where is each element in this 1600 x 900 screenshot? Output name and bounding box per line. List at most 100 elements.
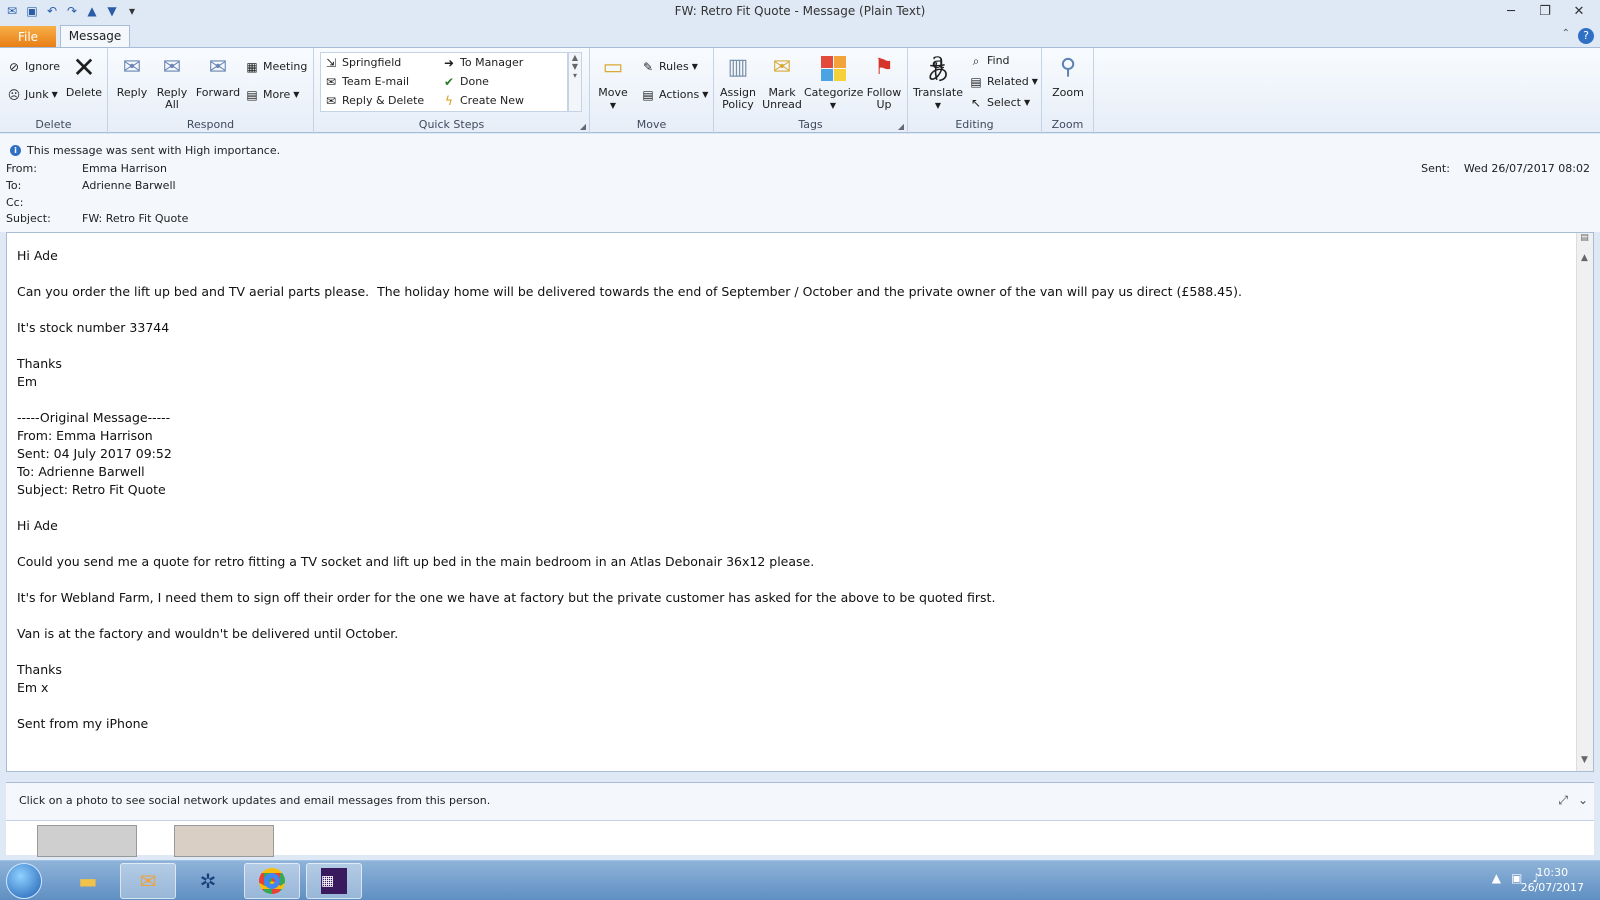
quickstep-reply-delete[interactable]: ✉ Reply & Delete (323, 92, 424, 110)
vertical-scrollbar[interactable]: ▤ ▲ ▼ (1576, 233, 1593, 771)
editing-group: aあ Translate ▼ ⌕ Find ▤ Related ▼ ↖ Select ▼ Ed… (908, 48, 1042, 134)
folder-move-icon: ⇲ (325, 56, 337, 70)
quick-steps-gallery: ⇲ Springfield ✉ Team E-mail ✉ Reply & Delet… (320, 52, 568, 112)
actions-button[interactable]: ▤ Actions ▼ (640, 86, 708, 104)
related-button[interactable]: ▤ Related ▼ (968, 73, 1038, 91)
restore-button[interactable]: ❐ (1528, 0, 1562, 22)
body-line (17, 535, 1557, 553)
from-value[interactable]: Emma Harrison (82, 162, 167, 175)
more-button[interactable]: ▤ More ▼ (244, 86, 299, 104)
chevron-down-icon: ▼ (293, 90, 300, 99)
body-line (17, 391, 1557, 409)
importance-text: This message was sent with High importan… (27, 144, 281, 157)
outlook-taskbar-icon[interactable]: ✉ (120, 863, 176, 899)
junk-button[interactable]: ☹ Junk ▼ (6, 86, 58, 104)
calendar-icon: ▦ (246, 60, 258, 74)
to-manager-icon: ➜ (443, 56, 455, 70)
categorize-button[interactable]: Categorize ▼ (804, 52, 863, 112)
find-button[interactable]: ⌕ Find (968, 52, 1010, 70)
meeting-button[interactable]: ▦ Meeting (244, 58, 307, 76)
body-line: It's stock number 33744 (17, 320, 170, 335)
body-line: Hi Ade (17, 248, 58, 263)
body-line (17, 499, 1557, 517)
sent-row: Sent: Wed 26/07/2017 08:02 (1421, 162, 1590, 175)
dialog-launcher-icon[interactable]: ◢ (898, 122, 904, 131)
reply-all-icon: ✉ (162, 55, 182, 80)
message-body[interactable]: Hi Ade Can you order the lift up bed and… (6, 232, 1594, 772)
delete-icon: ✕ (72, 51, 96, 84)
forward-button[interactable]: ✉ Forward (194, 52, 242, 99)
quickstep-to-manager[interactable]: ➜ To Manager (441, 54, 523, 72)
move-folder-icon: ▭ (602, 55, 624, 80)
calculator-taskbar-icon[interactable]: ▦ (306, 863, 362, 899)
quickstep-springfield[interactable]: ⇲ Springfield (323, 54, 401, 72)
quick-steps-scroll[interactable]: ▲ ▼ ▾ (568, 52, 582, 112)
subject-row: Subject: FW: Retro Fit Quote (6, 212, 189, 225)
scroll-down-icon[interactable]: ▼ (1577, 755, 1592, 769)
select-button[interactable]: ↖ Select ▼ (968, 94, 1030, 112)
expand-icon[interactable]: ⤢ (1558, 793, 1568, 808)
scroll-options-icon[interactable]: ▤ (1577, 233, 1592, 247)
ribbon: ⊘ Ignore ☹ Junk ▼ ✕ Delete Delete ✉ Reply ✉ Re… (0, 47, 1600, 134)
tab-file[interactable]: File (0, 26, 56, 48)
tab-message[interactable]: Message (60, 25, 130, 48)
close-button[interactable]: ✕ (1562, 0, 1596, 22)
group-label-tags: Tags (798, 118, 823, 131)
ignore-button[interactable]: ⊘ Ignore (6, 58, 60, 76)
team-email-icon: ✉ (325, 75, 337, 89)
window-title: FW: Retro Fit Quote - Message (Plain Tex… (674, 4, 926, 18)
body-line: Thanks (17, 662, 62, 677)
help-icon[interactable]: ? (1578, 28, 1594, 44)
start-button[interactable] (6, 863, 42, 899)
rules-button[interactable]: ✎ Rules ▼ (640, 58, 698, 76)
quickstep-team-email[interactable]: ✉ Team E-mail (323, 73, 409, 91)
checkmark-icon: ✔ (443, 75, 455, 89)
policy-icon: ▥ (727, 55, 749, 80)
minimize-button[interactable]: ─ (1494, 0, 1528, 22)
binoculars-icon: ⌕ (972, 54, 980, 68)
zoom-button[interactable]: ⚲ Zoom (1046, 52, 1090, 99)
explorer-taskbar-icon[interactable]: ▬ (60, 863, 116, 899)
chevron-down-icon: ▼ (1031, 77, 1038, 86)
body-line: Em (17, 374, 38, 389)
move-button[interactable]: ▭ Move ▼ (594, 52, 632, 112)
body-line: Sent from my iPhone (17, 716, 149, 731)
body-line: It's for Webland Farm, I need them to si… (17, 590, 996, 605)
body-line: Van is at the factory and wouldn't be de… (17, 626, 399, 641)
mark-unread-button[interactable]: ✉ Mark Unread (762, 52, 802, 111)
chrome-taskbar-icon[interactable] (244, 863, 300, 899)
dialog-launcher-icon[interactable]: ◢ (580, 122, 586, 131)
body-line: Subject: Retro Fit Quote (17, 482, 166, 497)
chevron-down-icon[interactable]: ⌄ (1578, 793, 1588, 808)
quickstep-create-new[interactable]: ϟ Create New (441, 92, 524, 110)
more-icon: ▤ (246, 88, 258, 102)
flag-icon: ⚑ (874, 55, 894, 80)
body-line (17, 265, 1557, 283)
person-photo[interactable] (37, 825, 137, 857)
people-pane: Click on a photo to see social network u… (6, 782, 1594, 857)
group-label-quick-steps: Quick Steps (418, 118, 485, 131)
quick-steps-group: ⇲ Springfield ✉ Team E-mail ✉ Reply & Delet… (314, 48, 590, 134)
forward-icon: ✉ (208, 55, 228, 80)
clock[interactable]: 10:30 26/07/2017 (1521, 865, 1584, 895)
reply-all-button[interactable]: ✉ Reply All (154, 52, 190, 111)
assign-policy-button[interactable]: ▥ Assign Policy (718, 52, 758, 111)
body-line (17, 571, 1557, 589)
related-icon: ▤ (970, 75, 982, 89)
follow-up-button[interactable]: ⚑ Follow Up (864, 52, 904, 111)
reply-delete-icon: ✉ (325, 94, 337, 108)
quickstep-done[interactable]: ✔ Done (441, 73, 489, 91)
scroll-up-icon[interactable]: ▲ (1577, 253, 1592, 267)
person-photo[interactable] (174, 825, 274, 857)
delete-button[interactable]: ✕ Delete (64, 52, 104, 99)
chevron-down-icon: ▼ (702, 90, 709, 99)
tray-expand-icon[interactable]: ▲ (1492, 871, 1501, 885)
ribbon-tabs: File Message ⌃ ? (0, 24, 1600, 48)
group-label-respond: Respond (186, 118, 235, 131)
translate-button[interactable]: aあ Translate ▼ (912, 51, 964, 112)
reply-button[interactable]: ✉ Reply (114, 52, 150, 99)
chevron-down-icon: ▼ (934, 101, 942, 110)
minimize-ribbon-icon[interactable]: ⌃ (1562, 28, 1570, 44)
to-value[interactable]: Adrienne Barwell (82, 179, 176, 192)
people-taskbar-icon[interactable]: ✲ (180, 863, 236, 899)
